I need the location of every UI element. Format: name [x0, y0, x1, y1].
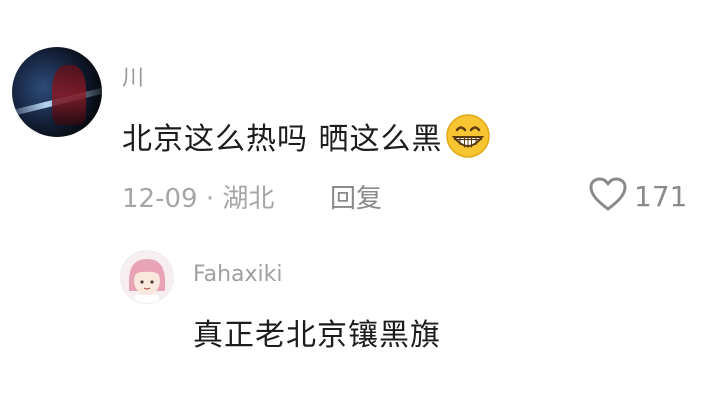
like-button[interactable]: 171 — [588, 176, 687, 216]
comment-body: 北京这么热吗 晒这么黑 — [122, 113, 491, 159]
comment-text: 北京这么热吗 晒这么黑 — [122, 122, 443, 157]
grinning-face-icon — [445, 113, 491, 159]
heart-outline-icon — [588, 176, 628, 216]
comment-meta: 12-09 · 湖北 — [122, 184, 275, 214]
avatar-figure — [52, 65, 86, 125]
reply-text: 真正老北京镶黑旗 — [193, 318, 441, 353]
reply-button[interactable]: 回复 — [330, 178, 382, 215]
like-count: 171 — [634, 179, 688, 213]
reply-avatar[interactable] — [120, 250, 174, 304]
avatar[interactable] — [12, 47, 102, 137]
reply-username[interactable]: Fahaxiki — [193, 262, 283, 287]
comment-username[interactable]: 川 — [122, 60, 144, 92]
